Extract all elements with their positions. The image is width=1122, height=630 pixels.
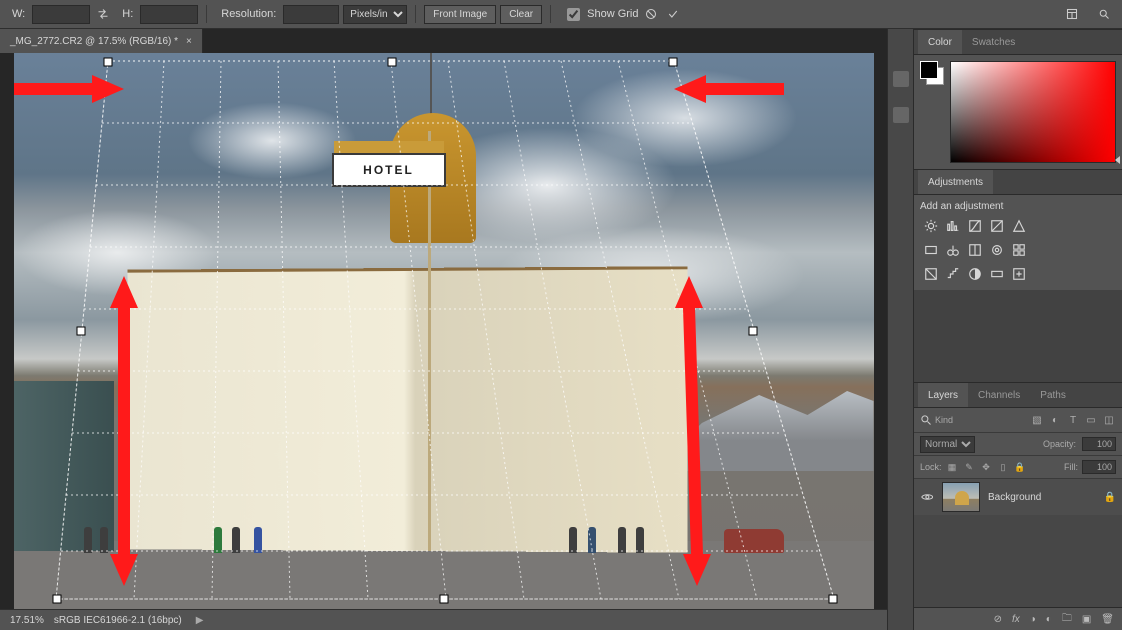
annotation-arrow-tl: [14, 69, 124, 109]
lock-all-icon[interactable]: 🔒: [1014, 461, 1027, 474]
layer-filter-kind[interactable]: Kind: [920, 414, 953, 426]
layer-lock-row: Lock: ▦ ✎ ✥ ▯ 🔒 Fill: 100: [914, 456, 1122, 479]
layer-thumbnail[interactable]: [942, 482, 980, 512]
layer-row-background[interactable]: Background 🔒: [914, 479, 1122, 515]
fg-bg-swatch[interactable]: [920, 61, 944, 85]
layer-name[interactable]: Background: [988, 492, 1096, 503]
link-layers-icon[interactable]: ⊘: [994, 614, 1002, 625]
blend-mode-select[interactable]: Normal: [920, 436, 975, 453]
layers-panel-header: Layers Channels Paths: [914, 382, 1122, 408]
adj-invert-icon[interactable]: [920, 264, 942, 284]
adj-hue-icon[interactable]: [920, 240, 942, 260]
new-adj-layer-icon[interactable]: ◐: [1046, 614, 1052, 625]
adj-curves-icon[interactable]: [964, 216, 986, 236]
tab-paths[interactable]: Paths: [1030, 383, 1076, 407]
lock-image-icon[interactable]: ✎: [963, 461, 976, 474]
fill-label: Fill:: [1064, 462, 1078, 472]
adj-brightness-icon[interactable]: [920, 216, 942, 236]
front-image-button[interactable]: Front Image: [424, 5, 496, 24]
tab-channels[interactable]: Channels: [968, 383, 1030, 407]
opacity-value[interactable]: 100: [1082, 437, 1116, 451]
adj-bw-icon[interactable]: [964, 240, 986, 260]
adj-threshold-icon[interactable]: [964, 264, 986, 284]
adj-posterize-icon[interactable]: [942, 264, 964, 284]
filter-smart-icon[interactable]: ◫: [1102, 413, 1116, 427]
tab-adjustments[interactable]: Adjustments: [918, 170, 993, 194]
color-gradient-picker[interactable]: [950, 61, 1116, 163]
collapsed-panel-icon-2[interactable]: [893, 107, 909, 123]
layers-footer: ⊘ fx ◑ ◐ 🗀 ▣ 🗑: [914, 607, 1122, 630]
annotation-arrow-r: [669, 276, 717, 586]
layer-fx-icon[interactable]: fx: [1012, 614, 1020, 625]
adj-levels-icon[interactable]: [942, 216, 964, 236]
opacity-label: Opacity:: [1043, 439, 1076, 449]
adj-gradientmap-icon[interactable]: [986, 264, 1008, 284]
status-bar: 17.51% sRGB IEC61966-2.1 (16bpc) ▶: [0, 609, 887, 630]
doc-profile[interactable]: sRGB IEC61966-2.1 (16bpc): [54, 615, 182, 626]
filter-pixel-icon[interactable]: ▧: [1030, 413, 1044, 427]
status-flyout-icon[interactable]: ▶: [196, 615, 204, 626]
adjustments-panel-body: Add an adjustment: [914, 195, 1122, 290]
adj-selectivecolor-icon[interactable]: [1008, 264, 1030, 284]
new-layer-icon[interactable]: ▣: [1082, 614, 1091, 625]
layer-visibility-icon[interactable]: [920, 490, 934, 504]
color-panel-header: Color Swatches: [914, 29, 1122, 55]
cancel-transform-icon[interactable]: [642, 5, 660, 23]
commit-transform-icon[interactable]: [664, 5, 682, 23]
document-tab[interactable]: _MG_2772.CR2 @ 17.5% (RGB/16) * ×: [0, 29, 203, 53]
lock-transparent-icon[interactable]: ▦: [946, 461, 959, 474]
collapsed-panel-strip: [887, 29, 913, 630]
new-group-icon[interactable]: 🗀: [1062, 611, 1072, 628]
show-grid-label: Show Grid: [587, 8, 638, 20]
tab-color[interactable]: Color: [918, 30, 962, 54]
canvas[interactable]: HOTEL: [0, 53, 887, 609]
annotation-arrow-tr: [674, 69, 784, 109]
adj-colorbalance-icon[interactable]: [942, 240, 964, 260]
zoom-readout[interactable]: 17.51%: [10, 615, 44, 626]
adj-colorlookup-icon[interactable]: [1008, 240, 1030, 260]
filter-adjust-icon[interactable]: ◐: [1048, 413, 1062, 427]
resolution-input[interactable]: [283, 5, 339, 24]
add-mask-icon[interactable]: ◑: [1030, 614, 1036, 625]
panel-gap: [914, 290, 1122, 382]
width-input[interactable]: [32, 5, 90, 24]
swap-dimensions-icon[interactable]: [94, 5, 112, 23]
layer-locked-icon: 🔒: [1104, 492, 1116, 503]
width-label: W:: [12, 8, 25, 20]
right-panel-group: Color Swatches Adjustments Add an adj: [913, 29, 1122, 630]
adj-vibrance-icon[interactable]: [1008, 216, 1030, 236]
lock-artboard-icon[interactable]: ▯: [997, 461, 1010, 474]
hotel-sign: HOTEL: [332, 153, 446, 187]
tab-layers[interactable]: Layers: [918, 383, 968, 407]
resolution-units-select[interactable]: Pixels/in: [343, 5, 407, 24]
show-grid-checkbox[interactable]: Show Grid: [563, 5, 638, 24]
layer-blend-row: Normal Opacity: 100: [914, 433, 1122, 456]
search-icon[interactable]: [1092, 5, 1116, 23]
height-input[interactable]: [140, 5, 198, 24]
layer-filter-bar: Kind ▧ ◐ T ▭ ◫: [914, 408, 1122, 433]
filter-shape-icon[interactable]: ▭: [1084, 413, 1098, 427]
crop-options-bar: W: H: Resolution: Pixels/in Front Image …: [0, 0, 1122, 29]
workspace-icon[interactable]: [1060, 5, 1084, 23]
annotation-arrow-l: [104, 276, 144, 586]
tab-swatches[interactable]: Swatches: [962, 30, 1025, 54]
delete-layer-icon[interactable]: 🗑: [1101, 614, 1114, 625]
document-tab-title: _MG_2772.CR2 @ 17.5% (RGB/16) *: [10, 36, 178, 47]
fill-value[interactable]: 100: [1082, 460, 1116, 474]
clear-button[interactable]: Clear: [500, 5, 542, 24]
add-adjustment-label: Add an adjustment: [920, 201, 1116, 212]
document-area: _MG_2772.CR2 @ 17.5% (RGB/16) * × HOTE: [0, 29, 887, 630]
filter-type-icon[interactable]: T: [1066, 413, 1080, 427]
adj-exposure-icon[interactable]: [986, 216, 1008, 236]
collapsed-panel-icon-1[interactable]: [893, 71, 909, 87]
adj-photofilter-icon[interactable]: [986, 240, 1008, 260]
lock-position-icon[interactable]: ✥: [980, 461, 993, 474]
lock-label: Lock:: [920, 462, 942, 472]
resolution-label: Resolution:: [221, 8, 276, 20]
adjustments-panel-header: Adjustments: [914, 169, 1122, 195]
color-panel-body: [914, 55, 1122, 169]
close-tab-icon[interactable]: ×: [186, 36, 192, 47]
photo-canvas: HOTEL: [14, 53, 874, 609]
height-label: H:: [122, 8, 133, 20]
